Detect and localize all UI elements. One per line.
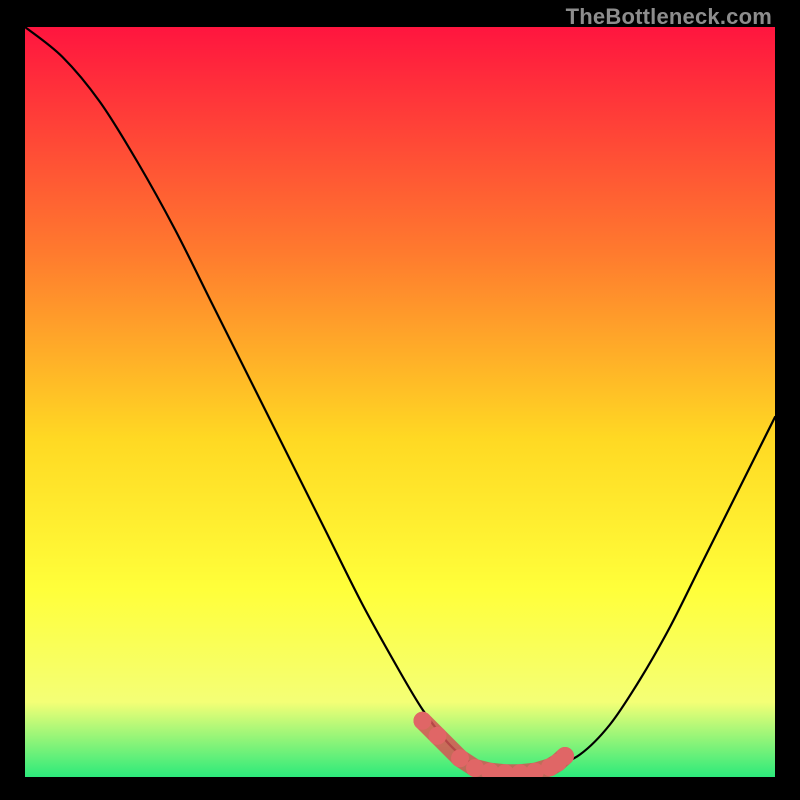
gradient-background [25, 27, 775, 777]
highlight-dot [466, 759, 484, 777]
bottleneck-chart [25, 27, 775, 777]
highlight-dot [414, 712, 432, 730]
plot-area [25, 27, 775, 777]
highlight-dot [451, 749, 469, 767]
highlight-dot [429, 727, 447, 745]
chart-container: TheBottleneck.com [0, 0, 800, 800]
highlight-dot [556, 747, 574, 765]
